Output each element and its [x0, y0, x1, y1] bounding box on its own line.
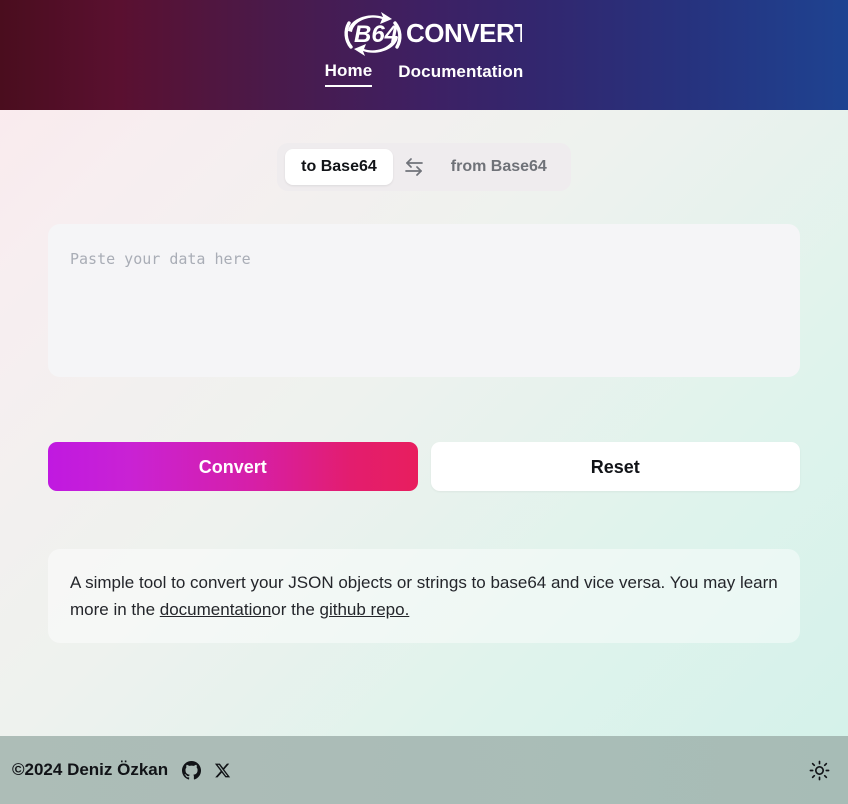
site-logo[interactable]: B64 CONVERTER: [326, 9, 522, 61]
nav-link-home[interactable]: Home: [324, 61, 373, 87]
info-text: A simple tool to convert your JSON objec…: [70, 569, 778, 623]
site-footer: ©2024 Deniz Özkan: [0, 736, 848, 804]
action-buttons: Convert Reset: [48, 442, 800, 491]
documentation-link[interactable]: documentation: [160, 600, 272, 619]
logo-b64-circular-arrows-icon: B64 CONVERTER: [344, 12, 522, 56]
reset-button[interactable]: Reset: [430, 442, 800, 491]
toggle-option-from-base64[interactable]: from Base64: [435, 149, 563, 185]
nav-link-documentation[interactable]: Documentation: [398, 62, 523, 86]
data-input-textarea[interactable]: [48, 224, 800, 377]
main-nav: Home Documentation: [324, 61, 524, 87]
theme-toggle-sun-icon[interactable]: [805, 756, 834, 785]
convert-button[interactable]: Convert: [48, 442, 418, 491]
footer-left-group: ©2024 Deniz Özkan: [12, 760, 244, 780]
copyright-text: ©2024 Deniz Özkan: [12, 760, 169, 779]
info-card: A simple tool to convert your JSON objec…: [48, 549, 800, 643]
mode-toggle-wrapper: to Base64 from Base64: [48, 110, 800, 191]
svg-text:B64: B64: [354, 21, 398, 48]
main-content: to Base64 from Base64 Convert Reset A si…: [0, 110, 848, 643]
info-text-part-2: or the: [271, 600, 320, 619]
x-twitter-icon[interactable]: [214, 762, 231, 779]
github-icon[interactable]: [182, 760, 202, 780]
swap-arrows-icon[interactable]: [399, 155, 429, 179]
logo-wordmark: CONVERTER: [406, 18, 522, 48]
mode-toggle: to Base64 from Base64: [277, 143, 571, 191]
site-header: B64 CONVERTER Home Documentation: [0, 0, 848, 110]
github-repo-link[interactable]: github repo.: [320, 600, 410, 619]
toggle-option-to-base64[interactable]: to Base64: [285, 149, 393, 185]
